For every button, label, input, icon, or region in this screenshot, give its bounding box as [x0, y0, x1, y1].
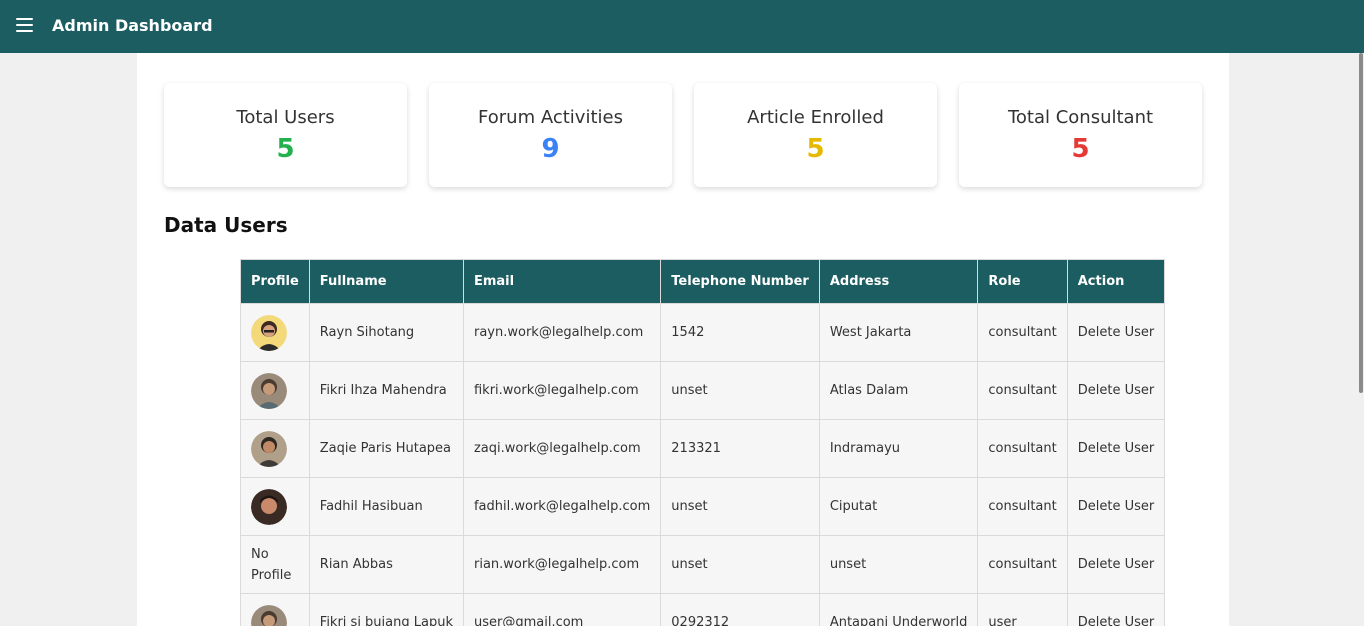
- fullname-cell: Rian Abbas: [308, 535, 464, 594]
- header-telephone: Telephone Number: [660, 259, 820, 304]
- email-cell: zaqi.work@legalhelp.com: [462, 419, 662, 478]
- role-cell: user: [977, 593, 1068, 626]
- table-row: Fikri Ihza Mahendra fikri.work@legalhelp…: [240, 361, 1166, 420]
- profile-cell: [240, 303, 310, 362]
- phone-cell: unset: [660, 361, 820, 420]
- profile-cell: No Profile: [240, 535, 310, 594]
- stats-row: Total Users 5 Forum Activities 9 Article…: [164, 83, 1202, 187]
- users-table: Profile Fullname Email Telephone Number …: [240, 259, 1166, 626]
- phone-cell: unset: [660, 535, 820, 594]
- avatar: [251, 604, 287, 626]
- stat-value: 5: [806, 134, 825, 164]
- section-title: Data Users: [164, 213, 288, 237]
- stat-value: 5: [276, 134, 295, 164]
- stat-label: Forum Activities: [478, 107, 623, 128]
- scrollbar-thumb[interactable]: [1359, 53, 1363, 393]
- role-cell: consultant: [977, 361, 1068, 420]
- table-row: Fikri si bujang Lapuk user@gmail.com 029…: [240, 593, 1166, 626]
- email-cell: fadhil.work@legalhelp.com: [462, 477, 662, 536]
- stat-card-forum-activities: Forum Activities 9: [429, 83, 672, 187]
- phone-cell: 1542: [660, 303, 820, 362]
- scrollbar[interactable]: [1358, 53, 1364, 626]
- fullname-cell: Fikri Ihza Mahendra: [308, 361, 464, 420]
- delete-user-button[interactable]: Delete User: [1066, 303, 1166, 362]
- table-row: Zaqie Paris Hutapea zaqi.work@legalhelp.…: [240, 419, 1166, 478]
- profile-cell: [240, 593, 310, 626]
- stat-label: Article Enrolled: [747, 107, 884, 128]
- table-header-row: Profile Fullname Email Telephone Number …: [240, 259, 1166, 304]
- header-action: Action: [1066, 259, 1166, 304]
- address-cell: Antapani Underworld: [818, 593, 979, 626]
- phone-cell: 0292312: [660, 593, 820, 626]
- phone-cell: 213321: [660, 419, 820, 478]
- role-cell: consultant: [977, 303, 1068, 362]
- fullname-cell: Fikri si bujang Lapuk: [308, 593, 464, 626]
- email-cell: rayn.work@legalhelp.com: [462, 303, 662, 362]
- avatar: [251, 372, 287, 409]
- address-cell: Atlas Dalam: [818, 361, 979, 420]
- header-email: Email: [462, 259, 662, 304]
- table-row: Fadhil Hasibuan fadhil.work@legalhelp.co…: [240, 477, 1166, 536]
- delete-user-button[interactable]: Delete User: [1066, 477, 1166, 536]
- delete-user-button[interactable]: Delete User: [1066, 593, 1166, 626]
- delete-user-button[interactable]: Delete User: [1066, 361, 1166, 420]
- app-title: Admin Dashboard: [52, 16, 213, 35]
- address-cell: Ciputat: [818, 477, 979, 536]
- table-row: No Profile Rian Abbas rian.work@legalhel…: [240, 535, 1166, 594]
- profile-cell: [240, 419, 310, 478]
- stat-label: Total Consultant: [1007, 107, 1154, 128]
- header-address: Address: [818, 259, 979, 304]
- stat-value: 5: [1071, 134, 1090, 164]
- role-cell: consultant: [977, 419, 1068, 478]
- email-cell: fikri.work@legalhelp.com: [462, 361, 662, 420]
- email-cell: user@gmail.com: [462, 593, 662, 626]
- fullname-cell: Rayn Sihotang: [308, 303, 464, 362]
- email-cell: rian.work@legalhelp.com: [462, 535, 662, 594]
- avatar: [251, 488, 287, 525]
- avatar: [251, 430, 287, 467]
- role-cell: consultant: [977, 477, 1068, 536]
- phone-cell: unset: [660, 477, 820, 536]
- main-content: Total Users 5 Forum Activities 9 Article…: [137, 53, 1229, 626]
- address-cell: Indramayu: [818, 419, 979, 478]
- delete-user-button[interactable]: Delete User: [1066, 419, 1166, 478]
- fullname-cell: Fadhil Hasibuan: [308, 477, 464, 536]
- stat-value: 9: [541, 134, 560, 164]
- header-role: Role: [977, 259, 1068, 304]
- delete-user-button[interactable]: Delete User: [1066, 535, 1166, 594]
- no-profile-text: No Profile: [251, 546, 292, 583]
- role-cell: consultant: [977, 535, 1068, 594]
- address-cell: West Jakarta: [818, 303, 979, 362]
- address-cell: unset: [818, 535, 979, 594]
- header-profile: Profile: [240, 259, 310, 304]
- stat-card-article-enrolled: Article Enrolled 5: [694, 83, 937, 187]
- stat-card-total-users: Total Users 5: [164, 83, 407, 187]
- stat-label: Total Users: [236, 107, 335, 128]
- top-bar: Admin Dashboard: [0, 0, 1364, 53]
- profile-cell: [240, 361, 310, 420]
- header-fullname: Fullname: [308, 259, 464, 304]
- profile-cell: [240, 477, 310, 536]
- table-row: Rayn Sihotang rayn.work@legalhelp.com 15…: [240, 303, 1166, 362]
- menu-icon[interactable]: [16, 18, 33, 33]
- avatar: [251, 314, 287, 351]
- stat-card-total-consultant: Total Consultant 5: [959, 83, 1202, 187]
- fullname-cell: Zaqie Paris Hutapea: [308, 419, 464, 478]
